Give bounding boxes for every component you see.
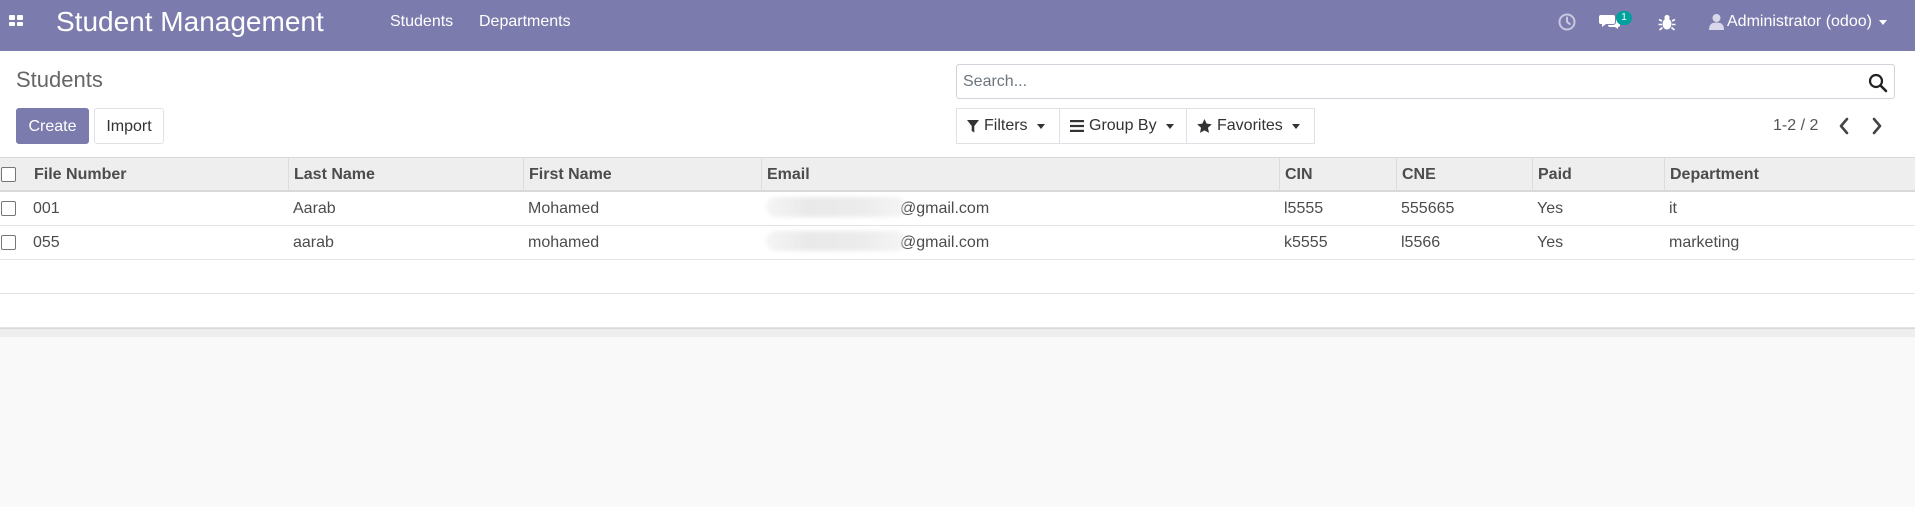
cell-first-name: Mohamed <box>528 200 600 217</box>
user-caret-icon <box>1878 19 1887 25</box>
messages-badge: 1 <box>1616 11 1632 25</box>
empty-row <box>0 260 1915 294</box>
select-all-checkbox[interactable] <box>1 167 16 182</box>
favorites-caret-icon <box>1291 123 1300 129</box>
cell-last-name: Aarab <box>293 200 336 217</box>
chevron-left-icon[interactable] <box>1834 115 1854 137</box>
menu-students[interactable]: Students <box>390 12 453 32</box>
column-paid[interactable]: Paid <box>1533 158 1665 191</box>
column-cin[interactable]: CIN <box>1280 158 1397 191</box>
cell-cin: k5555 <box>1284 234 1328 251</box>
favorites-label: Favorites <box>1217 117 1283 134</box>
cell-first-name: mohamed <box>528 234 600 251</box>
redacted-email-blur <box>766 231 906 252</box>
cell-cne: 555665 <box>1401 200 1455 217</box>
table-row[interactable]: 055 aarab mohamed @gmail.com k5555 l5566… <box>0 226 1915 260</box>
empty-row <box>0 294 1915 328</box>
top-navbar: Student Management Students Departments … <box>0 0 1915 51</box>
apps-grid-icon[interactable] <box>9 15 23 26</box>
cell-last-name: aarab <box>293 234 334 251</box>
chevron-right-icon[interactable] <box>1867 115 1887 137</box>
row-checkbox[interactable] <box>1 201 16 216</box>
filters-button[interactable]: Filters <box>956 108 1060 144</box>
filters-label: Filters <box>984 117 1028 134</box>
import-button[interactable]: Import <box>94 108 164 144</box>
redacted-email-blur <box>766 197 906 218</box>
user-menu[interactable]: Administrator (odoo) <box>1709 12 1887 32</box>
column-email[interactable]: Email <box>762 158 1280 191</box>
user-name: Administrator (odoo) <box>1727 13 1872 30</box>
email-domain: @gmail.com <box>900 200 990 217</box>
email-domain: @gmail.com <box>900 234 990 251</box>
list-footer <box>0 328 1915 337</box>
cell-file-number: 055 <box>33 234 60 251</box>
filter-icon <box>967 119 979 132</box>
search-input[interactable] <box>963 72 1843 92</box>
create-button[interactable]: Create <box>16 108 89 144</box>
cell-file-number: 001 <box>33 200 60 217</box>
students-list: File Number Last Name First Name Email C… <box>0 157 1915 337</box>
cell-department: marketing <box>1669 234 1740 251</box>
bug-icon[interactable] <box>1658 12 1676 32</box>
cell-department: it <box>1669 200 1677 217</box>
star-icon <box>1197 119 1212 133</box>
column-last-name[interactable]: Last Name <box>289 158 524 191</box>
breadcrumb: Students <box>16 67 103 92</box>
list-icon <box>1070 120 1084 132</box>
column-department[interactable]: Department <box>1665 158 1915 191</box>
table-row[interactable]: 001 Aarab Mohamed @gmail.com l5555 55566… <box>0 192 1915 226</box>
pager-value[interactable]: 1-2 / 2 <box>1773 116 1818 136</box>
column-first-name[interactable]: First Name <box>524 158 762 191</box>
clock-icon[interactable] <box>1557 12 1577 32</box>
column-file-number[interactable]: File Number <box>29 158 289 191</box>
group-by-caret-icon <box>1165 123 1174 129</box>
cell-cne: l5566 <box>1401 234 1441 251</box>
search-box <box>956 64 1895 99</box>
cell-paid: Yes <box>1537 200 1564 217</box>
row-checkbox[interactable] <box>1 235 16 250</box>
filters-caret-icon <box>1036 123 1045 129</box>
favorites-button[interactable]: Favorites <box>1186 108 1315 144</box>
search-icon[interactable] <box>1868 73 1888 93</box>
menu-departments[interactable]: Departments <box>479 12 571 32</box>
user-icon <box>1709 14 1724 30</box>
list-header: File Number Last Name First Name Email C… <box>0 157 1915 192</box>
cell-cin: l5555 <box>1284 200 1324 217</box>
group-by-label: Group By <box>1089 117 1157 134</box>
column-cne[interactable]: CNE <box>1397 158 1533 191</box>
cell-email: @gmail.com <box>761 226 989 259</box>
app-title: Student Management <box>56 6 324 37</box>
cell-paid: Yes <box>1537 234 1564 251</box>
cell-email: @gmail.com <box>761 192 989 225</box>
control-panel: Students Create Import Filters Group By … <box>0 51 1915 157</box>
group-by-button[interactable]: Group By <box>1059 108 1187 144</box>
